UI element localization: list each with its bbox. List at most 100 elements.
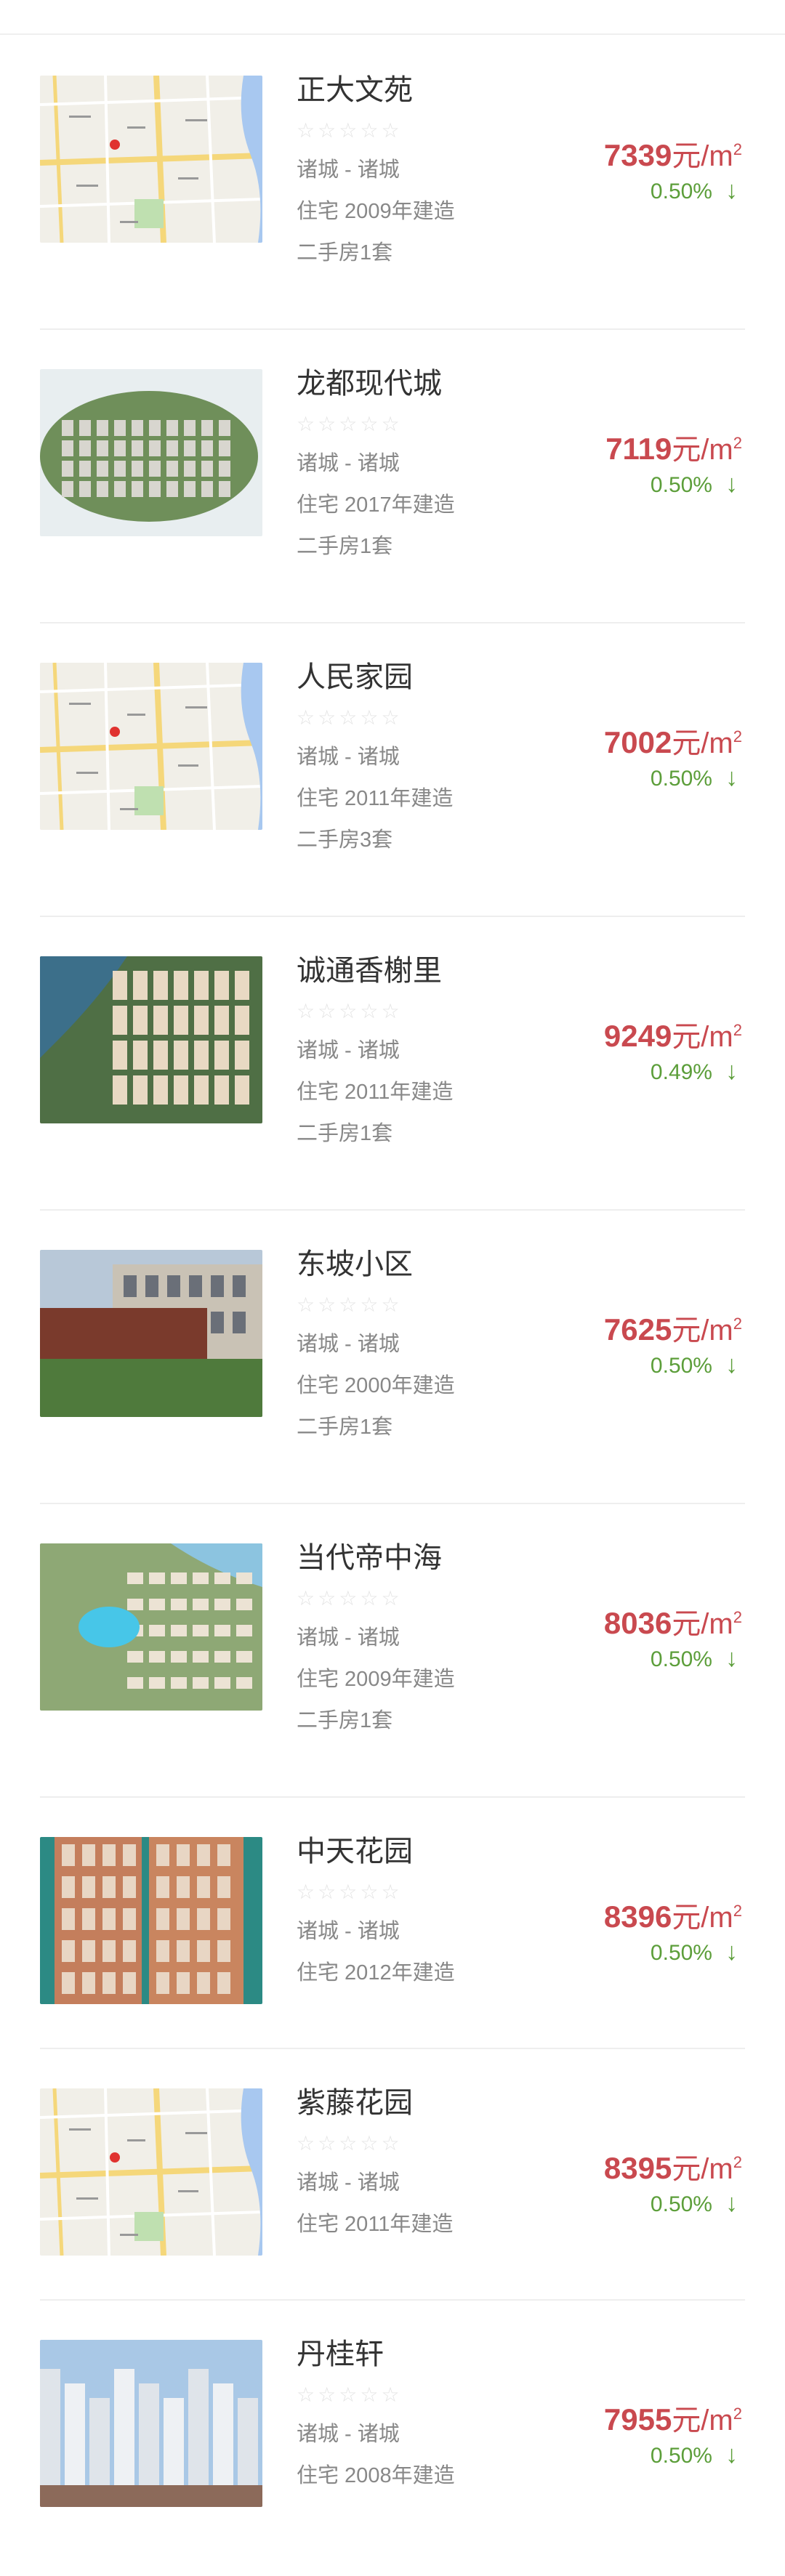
- price-unit: 元/m: [672, 1315, 733, 1346]
- community-thumbnail[interactable]: [40, 369, 262, 536]
- change-value: 0.49%: [650, 1060, 712, 1084]
- price-unit: 元/m: [672, 1902, 733, 1934]
- community-item[interactable]: 龙都现代城 ☆ ☆ ☆ ☆ ☆ 诸城 - 诸城 住宅 2017年建造 二手房1套 711…: [40, 328, 745, 623]
- community-name[interactable]: 紫藤花园: [297, 2083, 745, 2123]
- community-thumbnail[interactable]: [40, 1837, 262, 2004]
- price-unit-superscript: 2: [733, 2153, 742, 2171]
- arrow-down-icon: ↓: [725, 470, 738, 498]
- community-item[interactable]: 人民家园 ☆ ☆ ☆ ☆ ☆ 诸城 - 诸城 住宅 2011年建造 二手房3套 7002…: [40, 622, 745, 917]
- price-unit: 元/m: [672, 2405, 733, 2436]
- star-outline-icon: ☆: [297, 2383, 315, 2406]
- community-name[interactable]: 诚通香榭里: [297, 950, 745, 991]
- arrow-down-icon: ↓: [725, 1351, 738, 1378]
- price-unit: 元/m: [672, 140, 733, 172]
- community-item[interactable]: 当代帝中海 ☆ ☆ ☆ ☆ ☆ 诸城 - 诸城 住宅 2009年建造 二手房1套 803…: [40, 1503, 745, 1798]
- star-outline-icon: ☆: [360, 413, 379, 435]
- change-value: 0.50%: [650, 473, 712, 497]
- price-value: 8036: [603, 1606, 672, 1640]
- price-unit-superscript: 2: [733, 1902, 742, 1920]
- price-value: 7119: [605, 432, 672, 466]
- star-outline-icon: ☆: [297, 2132, 315, 2155]
- price-unit: 元/m: [672, 434, 733, 466]
- star-outline-icon: ☆: [318, 2132, 337, 2155]
- second-hand-count: 二手房1套: [297, 1416, 393, 1439]
- change-value: 0.50%: [650, 2444, 712, 2468]
- star-outline-icon: ☆: [381, 2383, 400, 2406]
- star-outline-icon: ☆: [360, 2132, 379, 2155]
- price: 8395元/m2: [604, 2142, 742, 2189]
- community-thumbnail[interactable]: [40, 2088, 262, 2256]
- price: 9249元/m2: [604, 1010, 742, 1057]
- star-outline-icon: ☆: [318, 2383, 337, 2406]
- community-name[interactable]: 人民家园: [297, 657, 745, 698]
- arrow-down-icon: ↓: [725, 2189, 738, 2217]
- price: 8036元/m2: [604, 1597, 742, 1644]
- star-outline-icon: ☆: [297, 1881, 315, 1903]
- price: 7339元/m2: [604, 129, 742, 177]
- price-value: 7002: [603, 725, 672, 759]
- change-value: 0.50%: [650, 767, 712, 791]
- community-name[interactable]: 丹桂轩: [297, 2334, 745, 2375]
- community-name[interactable]: 东坡小区: [297, 1244, 745, 1285]
- price-change: 0.50% ↓: [651, 176, 738, 206]
- price-change: 0.50% ↓: [651, 1937, 738, 1968]
- star-outline-icon: ☆: [360, 706, 379, 729]
- price-value: 7339: [603, 138, 672, 172]
- arrow-down-icon: ↓: [725, 764, 738, 791]
- arrow-down-icon: ↓: [725, 2441, 738, 2468]
- price-unit: 元/m: [672, 1608, 733, 1640]
- star-outline-icon: ☆: [318, 119, 337, 142]
- star-outline-icon: ☆: [381, 1293, 400, 1316]
- star-outline-icon: ☆: [297, 119, 315, 142]
- star-outline-icon: ☆: [297, 1587, 315, 1610]
- change-value: 0.50%: [650, 1354, 712, 1378]
- community-thumbnail[interactable]: [40, 1543, 262, 1711]
- star-outline-icon: ☆: [360, 2383, 379, 2406]
- community-name[interactable]: 正大文苑: [297, 70, 745, 110]
- star-outline-icon: ☆: [381, 1000, 400, 1022]
- price: 8396元/m2: [604, 1891, 742, 1938]
- community-thumbnail[interactable]: [40, 956, 262, 1123]
- second-hand-count: 二手房1套: [297, 535, 393, 558]
- star-outline-icon: ☆: [297, 413, 315, 435]
- community-name[interactable]: 中天花园: [297, 1831, 745, 1872]
- second-hand-count: 二手房1套: [297, 241, 393, 265]
- community-item[interactable]: 诚通香榭里 ☆ ☆ ☆ ☆ ☆ 诸城 - 诸城 住宅 2011年建造 二手房1套 924…: [40, 916, 745, 1211]
- star-outline-icon: ☆: [318, 1293, 337, 1316]
- price-value: 7625: [603, 1312, 672, 1346]
- star-outline-icon: ☆: [381, 2132, 400, 2155]
- community-item[interactable]: 中天花园 ☆ ☆ ☆ ☆ ☆ 诸城 - 诸城 住宅 2012年建造 8396元/m2 0…: [40, 1796, 745, 2049]
- price-unit-superscript: 2: [733, 727, 742, 746]
- community-item[interactable]: 丹桂轩 ☆ ☆ ☆ ☆ ☆ 诸城 - 诸城 住宅 2008年建造 7955元/m2 0.…: [40, 2299, 745, 2575]
- arrow-down-icon: ↓: [725, 177, 738, 204]
- price-unit: 元/m: [672, 727, 733, 759]
- star-outline-icon: ☆: [360, 1000, 379, 1022]
- change-value: 0.50%: [650, 1941, 712, 1965]
- community-thumbnail[interactable]: [40, 2340, 262, 2507]
- community-thumbnail[interactable]: [40, 76, 262, 243]
- community-item[interactable]: 正大文苑 ☆ ☆ ☆ ☆ ☆ 诸城 - 诸城 住宅 2009年建造 二手房1套 7339…: [40, 35, 745, 330]
- star-outline-icon: ☆: [360, 1881, 379, 1903]
- star-outline-icon: ☆: [297, 1000, 315, 1022]
- community-thumbnail[interactable]: [40, 1250, 262, 1417]
- star-outline-icon: ☆: [339, 1293, 358, 1316]
- price-value: 9249: [603, 1019, 672, 1053]
- price-change: 0.50% ↓: [651, 2189, 738, 2219]
- community-thumbnail[interactable]: [40, 663, 262, 830]
- star-outline-icon: ☆: [318, 413, 337, 435]
- star-outline-icon: ☆: [318, 706, 337, 729]
- community-name[interactable]: 龙都现代城: [297, 363, 745, 404]
- price-change: 0.50% ↓: [651, 469, 738, 500]
- community-item[interactable]: 东坡小区 ☆ ☆ ☆ ☆ ☆ 诸城 - 诸城 住宅 2000年建造 二手房1套 7625…: [40, 1209, 745, 1504]
- price-change: 0.50% ↓: [651, 763, 738, 794]
- star-outline-icon: ☆: [339, 1881, 358, 1903]
- star-outline-icon: ☆: [339, 119, 358, 142]
- price: 7625元/m2: [604, 1304, 742, 1351]
- star-outline-icon: ☆: [339, 1000, 358, 1022]
- price-change: 0.50% ↓: [651, 1644, 738, 1674]
- price-value: 8395: [603, 2151, 672, 2185]
- price-change: 0.49% ↓: [651, 1057, 738, 1087]
- community-item[interactable]: 紫藤花园 ☆ ☆ ☆ ☆ ☆ 诸城 - 诸城 住宅 2011年建造 8395元/m2 0…: [40, 2048, 745, 2301]
- community-name[interactable]: 当代帝中海: [297, 1538, 745, 1578]
- change-value: 0.50%: [650, 179, 712, 203]
